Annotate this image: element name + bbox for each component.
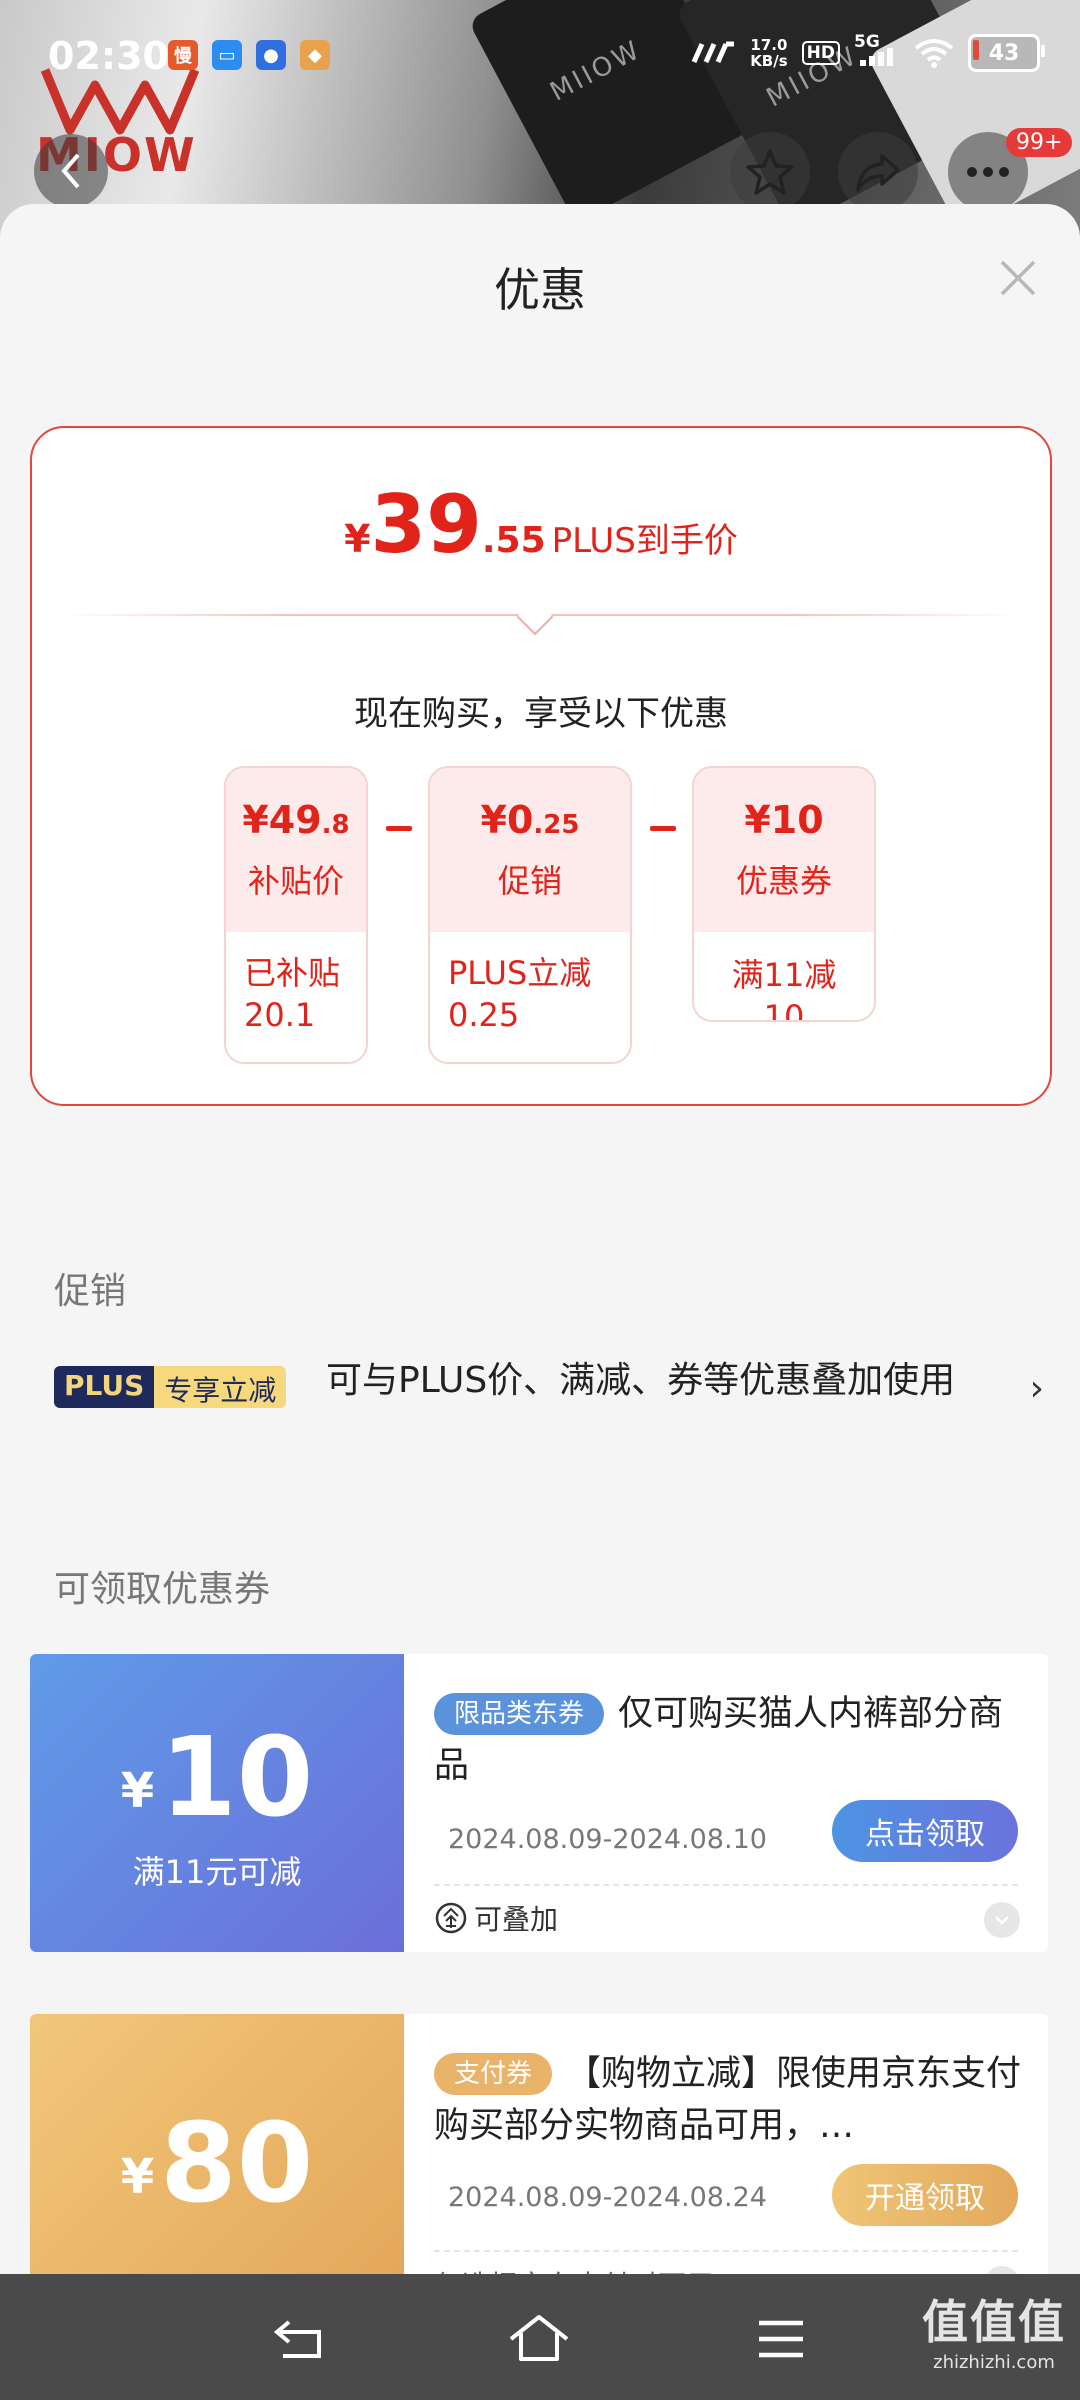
price-divider-notch [516,598,554,636]
minus-sign [650,826,676,831]
signal-icon: 5G [854,32,900,68]
menu-icon [759,2320,803,2358]
hd-icon: HD [801,41,840,65]
price-summary-card: ¥39.55 PLUS到手价 现在购买，享受以下优惠 ¥49.8 补贴价 已补贴 … [30,426,1052,1106]
promo-section-label: 促销 [54,1271,127,1312]
coupon-amount-panel: ¥10 满11元可减 [30,1654,404,1952]
favorite-button[interactable] [730,132,810,212]
back-icon [273,2320,321,2358]
expand-coupon-button[interactable] [984,2266,1020,2274]
discount-sheet: 优惠 ¥39.55 PLUS到手价 现在购买，享受以下优惠 ¥49.8 补贴价 已… [0,204,1080,2274]
nav-menu-button[interactable] [746,2304,816,2374]
coupon-section-label: 可领取优惠券 [54,1569,271,1610]
coupon-card: ¥80 支付券 【购物立减】限使用京东支付购买部分实物商品可用，… 2024.08… [30,2014,1048,2274]
stack-icon [435,1902,467,1934]
deal-detail: 满11减10 [731,956,837,1022]
open-claim-button[interactable]: 开通领取 [832,2164,1018,2226]
coupon-type-tag: 限品类东券 [434,1693,605,1735]
nav-back-button[interactable] [264,2304,334,2374]
coupon-type-tag: 支付券 [434,2053,553,2095]
notification-app-icon-2: ▭ [212,40,242,70]
plus-exclusive-tag: PLUS 专享立减 [54,1366,287,1408]
status-right: 17.0 KB/s HD 5G 43 [690,32,1045,72]
speed-brand-icon [691,41,735,64]
watermark: 值值值 zhizhizhi.com [922,2295,1066,2373]
close-icon[interactable] [996,256,1040,300]
coupon-amount-panel: ¥80 [30,2014,404,2274]
status-bar: 02:30 慢 ▭ ● ◆ 17.0 KB/s HD 5G 43 [0,0,1080,110]
coupon-title: 限品类东券 仅可购买猫人内裤部分商品 [434,1693,1004,1786]
coupon-amount: ¥10 [120,1713,314,1841]
coupon-note: 仅选择京东支付时可用 [434,2264,714,2274]
star-icon [746,149,794,195]
deal-amount: ¥0.25 [480,798,580,842]
claim-coupon-button[interactable]: 点击领取 [832,1800,1018,1862]
sheet-title: 优惠 [494,263,586,317]
notification-app-icon-3: ● [256,40,286,70]
notification-app-icon-1: 慢 [168,40,198,70]
deal-name: 补贴价 [247,862,344,900]
chevron-right-icon: › [1029,1368,1044,1409]
buy-benefit-text: 现在购买，享受以下优惠 [354,694,728,734]
minus-sign [386,826,412,831]
deal-amount: ¥49.8 [242,798,350,842]
notification-icons: 慢 ▭ ● ◆ [168,40,330,70]
deal-detail: 已补贴 20.1 [244,954,341,1034]
plus-promo-row[interactable]: PLUS 专享立减 可与PLUS价、满减、券等优惠叠加使用 › [54,1354,1044,1464]
deal-subsidy: ¥49.8 补贴价 已补贴 20.1 [224,766,368,1064]
share-button[interactable] [838,132,918,212]
coupon-info: 支付券 【购物立减】限使用京东支付购买部分实物商品可用，… [434,2048,1024,2152]
coupon-title: 支付券 【购物立减】限使用京东支付购买部分实物商品可用，… [434,2053,1022,2146]
net-speed: 17.0 KB/s [750,36,788,70]
notification-app-icon-4: ◆ [300,40,330,70]
home-icon [509,2315,569,2361]
deal-detail: PLUS立减 0.25 [448,954,592,1034]
coupon-dash-divider [434,2250,1018,2252]
coupon-dash-divider [434,1884,1018,1886]
coupon-condition: 满11元可减 [132,1853,302,1891]
deal-amount: ¥10 [744,798,824,842]
coupon-card: ¥10 满11元可减 限品类东券 仅可购买猫人内裤部分商品 2024.08.09-… [30,1654,1048,1952]
status-time: 02:30 [48,34,169,78]
share-icon [856,154,900,192]
promo-description: 可与PLUS价、满减、券等优惠叠加使用 [326,1360,956,1401]
deal-coupon: ¥10 优惠券 满11减10 [692,766,876,1022]
deal-name: 优惠券 [735,862,832,900]
plus-final-price: ¥39.55 PLUS到手价 [344,478,738,571]
coupon-stackable: 可叠加 [434,1898,558,1938]
back-button[interactable] [34,134,108,208]
system-nav-bar: 值值值 zhizhizhi.com [0,2274,1080,2400]
message-count-badge: 99+ [1006,128,1073,157]
expand-coupon-button[interactable] [984,1902,1020,1938]
back-arrow-icon [61,153,80,189]
chevron-down-icon [995,1916,1009,1925]
nav-home-button[interactable] [504,2304,574,2374]
coupon-validity: 2024.08.09-2024.08.10 [448,1824,767,1855]
coupon-validity: 2024.08.09-2024.08.24 [448,2182,767,2213]
deal-promotion: ¥0.25 促销 PLUS立减 0.25 [428,766,632,1064]
coupon-amount: ¥80 [120,2099,314,2227]
coupon-info: 限品类东券 仅可购买猫人内裤部分商品 [434,1688,1024,1792]
battery-icon: 43 [968,34,1045,72]
wifi-icon [914,39,954,68]
more-dots-icon [967,167,1009,177]
deal-name: 促销 [497,862,562,900]
